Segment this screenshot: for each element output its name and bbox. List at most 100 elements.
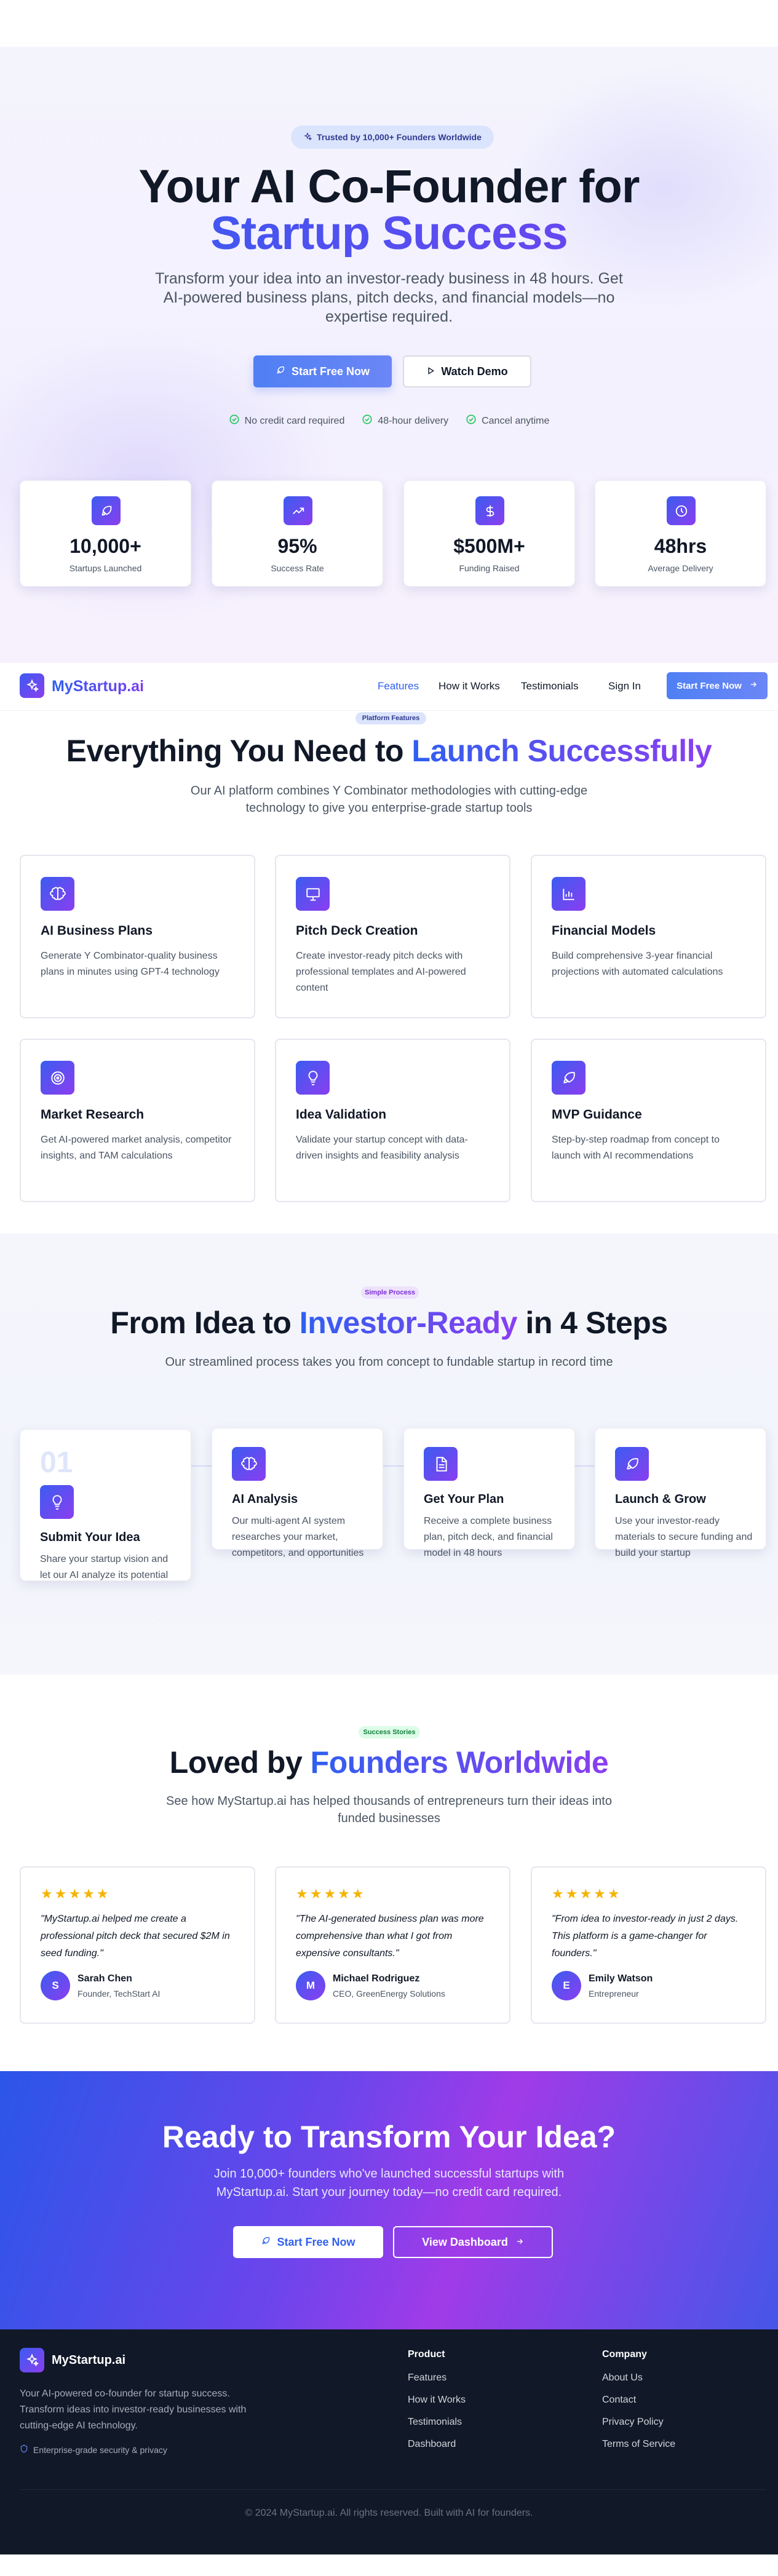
nav-link-features[interactable]: Features (378, 680, 419, 692)
copyright: © 2024 MyStartup.ai. All rights reserved… (245, 2508, 533, 2518)
testimonial-role: Entrepreneur (589, 1989, 639, 1999)
testimonial-quote: "The AI-generated business plan was more… (296, 1914, 484, 1959)
testimonial-card: ★★★★★ "MyStartup.ai helped me create a p… (20, 1866, 255, 2024)
avatar: M (296, 1971, 325, 2000)
arrow-right-icon (515, 2236, 524, 2249)
feature-desc: Build comprehensive 3-year financial pro… (552, 951, 723, 977)
dollar-icon (475, 496, 504, 525)
feature-title: Market Research (41, 1108, 145, 1122)
cta-title: Ready to Transform Your Idea? (162, 2120, 616, 2154)
star-rating: ★★★★★ (296, 1886, 366, 1901)
landing-page: Trusted by 10,000+ Founders Worldwide Yo… (0, 0, 778, 2576)
nav-cta-label: Start Free Now (677, 680, 742, 691)
hero-title-accent: Startup Success (0, 210, 778, 257)
cta-start-free-button[interactable]: Start Free Now (233, 2226, 383, 2258)
steps-subtitle: Our streamlined process takes you from c… (165, 1355, 613, 1369)
nav-start-free-button[interactable]: Start Free Now (667, 672, 768, 699)
arrow-right-icon (749, 680, 758, 691)
testimonials-section: Success Stories Loved by Founders Worldw… (0, 1674, 778, 2071)
footer-link-contact[interactable]: Contact (602, 2395, 636, 2406)
view-dashboard-button[interactable]: View Dashboard (393, 2226, 553, 2258)
feature-desc: Create investor-ready pitch decks with p… (296, 951, 466, 993)
testimonial-card: ★★★★★ "The AI-generated business plan wa… (275, 1866, 510, 2024)
step-number: 01 (40, 1446, 73, 1479)
footer-link-how-it-works[interactable]: How it Works (408, 2395, 466, 2406)
site-footer: MyStartup.ai Your AI-powered co-founder … (0, 2329, 778, 2554)
view-dashboard-label: View Dashboard (422, 2235, 508, 2248)
security-note: Enterprise-grade security & privacy (20, 2444, 167, 2455)
footer-link-testimonials[interactable]: Testimonials (408, 2417, 462, 2428)
step-card: Get Your Plan Receive a complete busines… (403, 1428, 575, 1558)
sign-in-link[interactable]: Sign In (608, 680, 641, 692)
steps-title: From Idea to Investor-Ready in 4 Steps (0, 1305, 778, 1341)
simple-process-pill: Simple Process (361, 1286, 419, 1299)
trusted-badge: Trusted by 10,000+ Founders Worldwide (291, 125, 494, 149)
testimonial-quote: "MyStartup.ai helped me create a profess… (41, 1914, 230, 1959)
features-section: Platform Features Everything You Need to… (0, 711, 778, 1234)
footer-description: Your AI-powered co-founder for startup s… (20, 2388, 247, 2431)
feature-title: AI Business Plans (41, 924, 153, 938)
features-title-plain: Everything You Need to (66, 734, 412, 768)
testimonials-subtitle: See how MyStartup.ai has helped thousand… (166, 1794, 612, 1825)
steps-title-plain1: From Idea to (110, 1306, 300, 1340)
stat-label: Startups Launched (69, 563, 142, 573)
stat-label: Average Delivery (648, 563, 713, 573)
nav-link-how-it-works[interactable]: How it Works (439, 680, 500, 692)
check-item: 48-hour delivery (362, 414, 448, 428)
stat-value: 48hrs (654, 535, 707, 557)
star-rating: ★★★★★ (552, 1886, 622, 1901)
feature-desc: Get AI-powered market analysis, competit… (41, 1135, 232, 1161)
step-title: Launch & Grow (615, 1492, 706, 1506)
nav-link-testimonials[interactable]: Testimonials (521, 680, 579, 692)
step-title: Submit Your Idea (40, 1531, 140, 1544)
avatar: E (552, 1971, 581, 2000)
stat-card: 10,000+ Startups Launched (20, 480, 191, 587)
hero-checklist: No credit card required 48-hour delivery… (0, 414, 778, 428)
stats-row: 10,000+ Startups Launched 95% Success Ra… (20, 480, 766, 587)
security-label: Enterprise-grade security & privacy (33, 2444, 167, 2455)
brand-logo[interactable]: MyStartup.ai (52, 678, 144, 696)
rocket-icon (615, 1447, 649, 1481)
bar-chart-icon (552, 877, 585, 911)
product-heading: Product (408, 2349, 445, 2360)
feature-desc: Validate your startup concept with data-… (296, 1135, 468, 1161)
footer-divider (20, 2489, 766, 2490)
logo-sparkles-icon (20, 2348, 44, 2372)
start-free-button[interactable]: Start Free Now (253, 355, 392, 387)
features-subtitle: Our AI platform combines Y Combinator me… (190, 784, 588, 815)
top-navbar: MyStartup.ai Features How it Works Testi… (0, 663, 778, 711)
hero-buttons: Start Free Now Watch Demo (253, 355, 536, 387)
watch-demo-button[interactable]: Watch Demo (403, 355, 531, 387)
success-stories-pill: Success Stories (359, 1726, 420, 1738)
platform-features-pill: Platform Features (355, 712, 426, 724)
testimonial-role: Founder, TechStart AI (77, 1989, 161, 1999)
step-desc: Receive a complete business plan, pitch … (424, 1516, 553, 1558)
step-desc: Use your investor-ready materials to sec… (615, 1516, 753, 1558)
hero-title-line1: Your AI Co-Founder for (138, 161, 640, 213)
feature-card: MVP Guidance Step-by-step roadmap from c… (531, 1039, 766, 1202)
footer-link-terms[interactable]: Terms of Service (602, 2439, 675, 2450)
star-rating: ★★★★★ (41, 1886, 111, 1901)
stat-value: $500M+ (453, 535, 525, 557)
step-card: 01 Submit Your Idea Share your startup v… (20, 1429, 191, 1581)
footer-link-dashboard[interactable]: Dashboard (408, 2439, 456, 2450)
footer-link-about[interactable]: About Us (602, 2372, 643, 2384)
feature-desc: Step-by-step roadmap from concept to lau… (552, 1135, 720, 1161)
logo-sparkles-icon[interactable] (20, 673, 44, 698)
feature-desc: Generate Y Combinator-quality business p… (41, 951, 220, 977)
testimonials-title-plain: Loved by (169, 1745, 311, 1780)
clock-icon (667, 496, 696, 525)
stat-value: 95% (277, 535, 317, 557)
features-title-accent: Launch Successfully (411, 734, 712, 768)
step-title: Get Your Plan (424, 1492, 504, 1506)
footer-brand[interactable]: MyStartup.ai (52, 2353, 125, 2368)
page-bottom (0, 2554, 778, 2576)
rocket-icon (92, 496, 121, 525)
target-icon (41, 1061, 74, 1095)
trending-up-icon (284, 496, 312, 525)
footer-link-features[interactable]: Features (408, 2372, 447, 2384)
footer-link-privacy[interactable]: Privacy Policy (602, 2417, 664, 2428)
step-card: Launch & Grow Use your investor-ready ma… (595, 1428, 766, 1558)
feature-card: Market Research Get AI-powered market an… (20, 1039, 255, 1202)
check-circle-icon (229, 414, 240, 428)
